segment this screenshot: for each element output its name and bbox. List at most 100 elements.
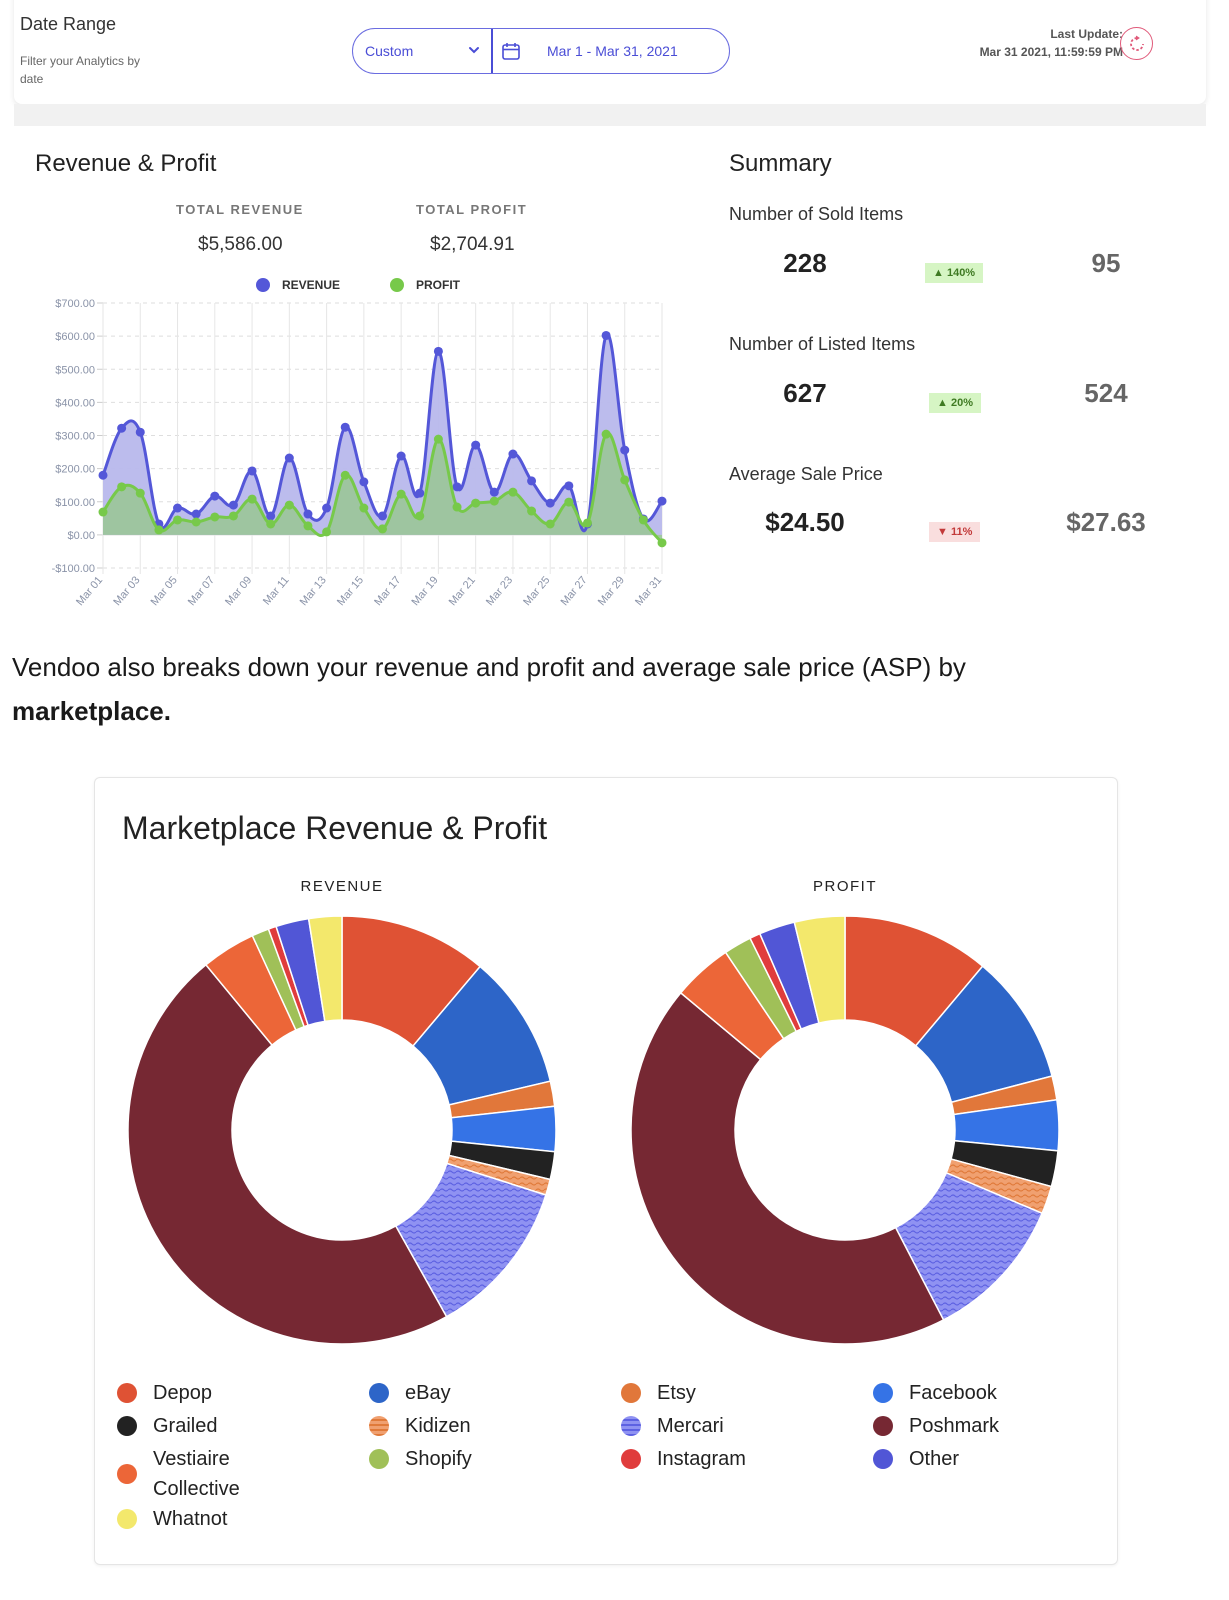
listed-items-current: 627 bbox=[783, 378, 827, 408]
date-preset-select[interactable]: Custom bbox=[353, 29, 493, 73]
legend-label: Other bbox=[909, 1448, 960, 1470]
legend-swatch bbox=[621, 1449, 641, 1469]
legend-label: Whatnot bbox=[153, 1508, 228, 1530]
legend-swatch bbox=[621, 1383, 641, 1403]
legend-label: eBay bbox=[405, 1382, 451, 1404]
profit-point bbox=[601, 429, 611, 439]
profit-point bbox=[173, 515, 183, 525]
profit-point bbox=[657, 538, 667, 548]
x-tick-label: Mar 15 bbox=[335, 574, 366, 608]
profit-point bbox=[564, 497, 574, 507]
legend-swatch bbox=[117, 1383, 137, 1403]
date-range-input[interactable]: Mar 1 - Mar 31, 2021 bbox=[493, 29, 678, 73]
revenue-point bbox=[266, 511, 276, 521]
y-tick-label: $0.00 bbox=[67, 530, 95, 542]
profit-point bbox=[545, 519, 555, 529]
profit-point bbox=[638, 515, 648, 525]
legend-item-ebay[interactable]: eBay bbox=[369, 1378, 451, 1408]
revenue-point bbox=[247, 466, 257, 476]
date-preset-value: Custom bbox=[365, 43, 414, 59]
profit-point bbox=[582, 518, 592, 528]
calendar-icon bbox=[502, 43, 520, 60]
revenue-point bbox=[303, 509, 313, 519]
profit-point bbox=[340, 470, 350, 480]
profit-point bbox=[303, 521, 313, 531]
legend-item-depop[interactable]: Depop bbox=[117, 1378, 212, 1408]
legend-item-facebook[interactable]: Facebook bbox=[873, 1378, 997, 1408]
chevron-down-icon bbox=[469, 47, 479, 54]
legend-item-mercari[interactable]: Mercari bbox=[621, 1411, 724, 1441]
revenue-donut-chart bbox=[127, 915, 557, 1345]
avg-sale-price-label: Average Sale Price bbox=[729, 464, 883, 484]
profit-point bbox=[247, 494, 257, 504]
x-tick-label: Mar 19 bbox=[409, 574, 440, 608]
revenue-point bbox=[508, 449, 518, 459]
description-text: Vendoo also breaks down your revenue and… bbox=[12, 652, 966, 682]
listed-items-previous: 524 bbox=[1084, 378, 1128, 408]
legend-item-other[interactable]: Other bbox=[873, 1444, 959, 1474]
legend-label: Grailed bbox=[153, 1415, 218, 1437]
revenue-point bbox=[340, 422, 350, 432]
profit-point bbox=[135, 488, 145, 498]
legend-swatch bbox=[369, 1449, 389, 1469]
profit-point bbox=[191, 517, 201, 527]
x-tick-label: Mar 13 bbox=[298, 574, 329, 608]
revenue-point bbox=[415, 488, 425, 498]
marketplace-title: Marketplace Revenue & Profit bbox=[122, 810, 548, 846]
x-tick-label: Mar 03 bbox=[111, 574, 142, 608]
revenue-point bbox=[359, 477, 369, 487]
legend-item-shopify[interactable]: Shopify bbox=[369, 1444, 472, 1474]
profit-point bbox=[508, 487, 518, 497]
legend-label: Kidizen bbox=[405, 1415, 471, 1437]
legend-item-instagram[interactable]: Instagram bbox=[621, 1444, 746, 1474]
x-tick-label: Mar 23 bbox=[484, 574, 515, 608]
sold-items-current: 228 bbox=[783, 248, 827, 278]
legend-label: Poshmark bbox=[909, 1415, 1000, 1437]
y-tick-label: $500.00 bbox=[55, 364, 95, 376]
profit-point bbox=[154, 525, 164, 535]
summary-title: Summary bbox=[729, 150, 832, 177]
revenue-point bbox=[657, 496, 667, 506]
y-tick-label: $100.00 bbox=[55, 497, 95, 509]
donut-slice-poshmark bbox=[630, 991, 945, 1345]
donut-revenue-label: REVENUE bbox=[300, 878, 384, 895]
donut-profit-label: PROFIT bbox=[813, 878, 877, 895]
x-tick-label: Mar 07 bbox=[186, 574, 217, 608]
revenue-area bbox=[103, 334, 662, 535]
legend-swatch bbox=[369, 1383, 389, 1403]
profit-point bbox=[471, 498, 481, 508]
legend-swatch bbox=[369, 1416, 389, 1436]
revenue-point bbox=[527, 476, 537, 486]
profit-point bbox=[284, 500, 294, 510]
legend-swatch bbox=[873, 1416, 893, 1436]
revenue-point bbox=[173, 503, 183, 513]
listed-items-change: 20% bbox=[950, 397, 973, 409]
revenue-point bbox=[378, 511, 387, 521]
avg-sale-price-previous: $27.63 bbox=[1066, 507, 1146, 537]
legend-item-etsy[interactable]: Etsy bbox=[621, 1378, 696, 1408]
legend-item-whatnot[interactable]: Whatnot bbox=[117, 1504, 227, 1534]
total-profit-value: $2,704.91 bbox=[430, 234, 515, 255]
y-tick-label: $600.00 bbox=[55, 331, 95, 343]
legend-label: Vestiaire Collective bbox=[153, 1448, 240, 1500]
last-update-label: Last Update: bbox=[1050, 27, 1123, 41]
profit-point bbox=[228, 511, 238, 521]
profit-point bbox=[433, 434, 443, 444]
profit-point bbox=[359, 503, 369, 513]
last-update: Last Update: Mar 31 2021, 11:59:59 PM bbox=[980, 25, 1123, 61]
revenue-point bbox=[471, 440, 481, 450]
profit-point bbox=[117, 482, 127, 492]
legend-item-grailed[interactable]: Grailed bbox=[117, 1411, 217, 1441]
legend-label: Depop bbox=[153, 1382, 212, 1404]
legend-label: Instagram bbox=[657, 1448, 746, 1470]
legend-label: Mercari bbox=[657, 1415, 724, 1437]
legend-item-poshmark[interactable]: Poshmark bbox=[873, 1411, 999, 1441]
y-tick-label: $200.00 bbox=[55, 464, 95, 476]
listed-items-label: Number of Listed Items bbox=[729, 334, 916, 354]
legend-label: Shopify bbox=[405, 1448, 472, 1470]
legend-item-vestiaire-collective[interactable]: Vestiaire Collective bbox=[117, 1444, 257, 1504]
date-range-subtitle: Filter your Analytics by date bbox=[20, 54, 141, 86]
refresh-button[interactable] bbox=[1120, 27, 1153, 60]
profit-point bbox=[266, 519, 276, 529]
legend-item-kidizen[interactable]: Kidizen bbox=[369, 1411, 471, 1441]
